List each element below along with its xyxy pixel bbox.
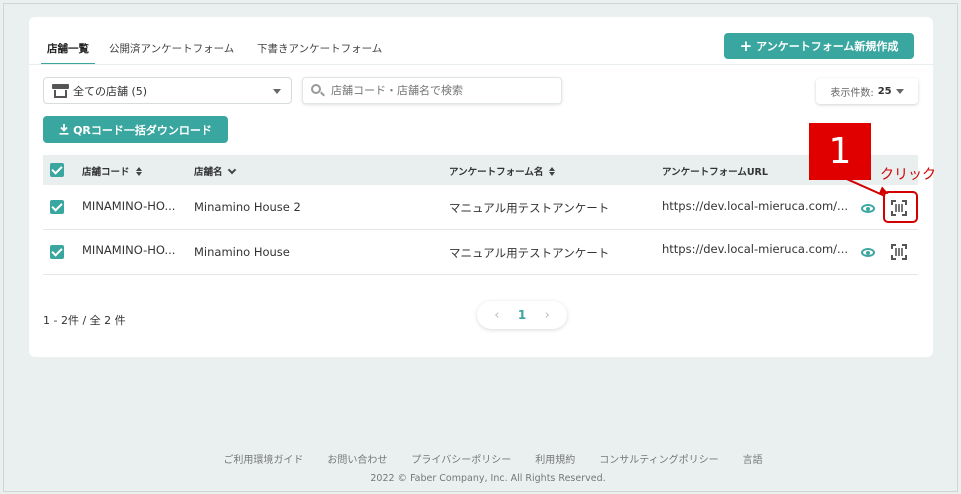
th-store-code-label: 店舗コード xyxy=(82,167,130,178)
create-form-button[interactable]: + アンケートフォーム新規作成 xyxy=(724,33,914,59)
create-form-label: アンケートフォーム新規作成 xyxy=(756,40,899,53)
result-count: 1 - 2件 / 全 2 件 xyxy=(43,314,126,327)
table-row: MINAMINO-HO... Minamino House 2 マニュアル用テス… xyxy=(43,185,918,230)
qr-highlight-box xyxy=(883,191,918,223)
copyright: 2022 © Faber Company, Inc. All Rights Re… xyxy=(370,473,606,484)
eye-icon[interactable] xyxy=(861,248,875,257)
form-name-cell: マニュアル用テストアンケート xyxy=(449,201,610,215)
store-icon xyxy=(52,83,69,98)
row-checkbox[interactable] xyxy=(50,245,64,259)
footer-link-consulting[interactable]: コンサルティングポリシー xyxy=(599,451,718,466)
search-icon xyxy=(311,83,325,98)
form-url-cell[interactable]: https://dev.local-mieruca.com/... xyxy=(662,199,848,213)
per-page-label: 表示件数: xyxy=(830,87,874,99)
th-form-name[interactable]: アンケートフォーム名 xyxy=(449,164,556,178)
row-checkbox[interactable] xyxy=(50,200,64,214)
footer-link-contact[interactable]: お問い合わせ xyxy=(327,451,387,466)
th-store-name[interactable]: 店舗名 xyxy=(194,164,236,178)
qr-bulk-download-label: QRコード一括ダウンロード xyxy=(73,123,212,137)
th-form-url-label: アンケートフォームURL xyxy=(662,167,768,178)
store-code-cell: MINAMINO-HO... xyxy=(82,243,176,257)
pagination: ‹ 1 › xyxy=(477,301,567,329)
tab-store-list[interactable]: 店舗一覧 xyxy=(41,37,95,65)
sort-icon xyxy=(549,166,556,176)
per-page-value: 25 xyxy=(877,85,892,97)
per-page-select[interactable]: 表示件数: 25 xyxy=(816,78,918,104)
current-page[interactable]: 1 xyxy=(518,308,526,322)
search-input[interactable] xyxy=(331,84,541,97)
store-name-cell: Minamino House xyxy=(194,245,290,259)
footer-link-terms[interactable]: 利用規約 xyxy=(535,451,575,466)
tab-published-forms[interactable]: 公開済アンケートフォーム xyxy=(109,37,239,65)
step-number-badge: 1 xyxy=(809,123,871,180)
main-card: 店舗一覧 公開済アンケートフォーム 下書きアンケートフォーム + アンケートフォ… xyxy=(29,17,933,357)
th-store-code[interactable]: 店舗コード xyxy=(82,164,142,178)
store-code-cell: MINAMINO-HO... xyxy=(82,199,176,213)
download-icon xyxy=(59,124,69,135)
table-header: 店舗コード 店舗名 アンケートフォーム名 アンケートフォームURL xyxy=(43,155,918,185)
chevron-down-icon xyxy=(227,165,236,174)
footer-link-privacy[interactable]: プライバシーポリシー xyxy=(411,451,511,466)
footer-link-guide[interactable]: ご利用環境ガイド xyxy=(223,451,303,466)
th-form-url: アンケートフォームURL xyxy=(662,164,768,178)
tab-divider xyxy=(29,64,933,65)
store-select[interactable]: 全ての店舗 (5) xyxy=(43,77,292,104)
store-select-value: 全ての店舗 (5) xyxy=(73,84,148,98)
th-store-name-label: 店舗名 xyxy=(194,167,223,178)
caret-down-icon xyxy=(273,89,281,94)
tab-draft-forms[interactable]: 下書きアンケートフォーム xyxy=(257,37,387,65)
th-form-name-label: アンケートフォーム名 xyxy=(449,167,544,178)
store-name-cell: Minamino House 2 xyxy=(194,200,301,214)
qr-code-icon[interactable] xyxy=(891,244,907,260)
qr-bulk-download-button[interactable]: QRコード一括ダウンロード xyxy=(43,116,228,143)
search-box xyxy=(302,77,562,104)
next-page-icon[interactable]: › xyxy=(545,308,550,323)
select-all-checkbox[interactable] xyxy=(50,163,64,177)
plus-icon: + xyxy=(739,36,753,55)
caret-down-icon xyxy=(895,88,904,94)
footer-links: ご利用環境ガイド お問い合わせ プライバシーポリシー 利用規約 コンサルティング… xyxy=(0,451,961,466)
prev-page-icon[interactable]: ‹ xyxy=(494,308,499,323)
footer-link-language[interactable]: 言語 xyxy=(743,451,763,466)
sort-icon xyxy=(135,166,142,176)
eye-icon[interactable] xyxy=(861,204,875,213)
form-name-cell: マニュアル用テストアンケート xyxy=(449,246,610,260)
form-url-cell[interactable]: https://dev.local-mieruca.com/... xyxy=(662,242,848,256)
table-row: MINAMINO-HO... Minamino House マニュアル用テストア… xyxy=(43,230,918,275)
click-annotation: クリック xyxy=(880,167,936,183)
